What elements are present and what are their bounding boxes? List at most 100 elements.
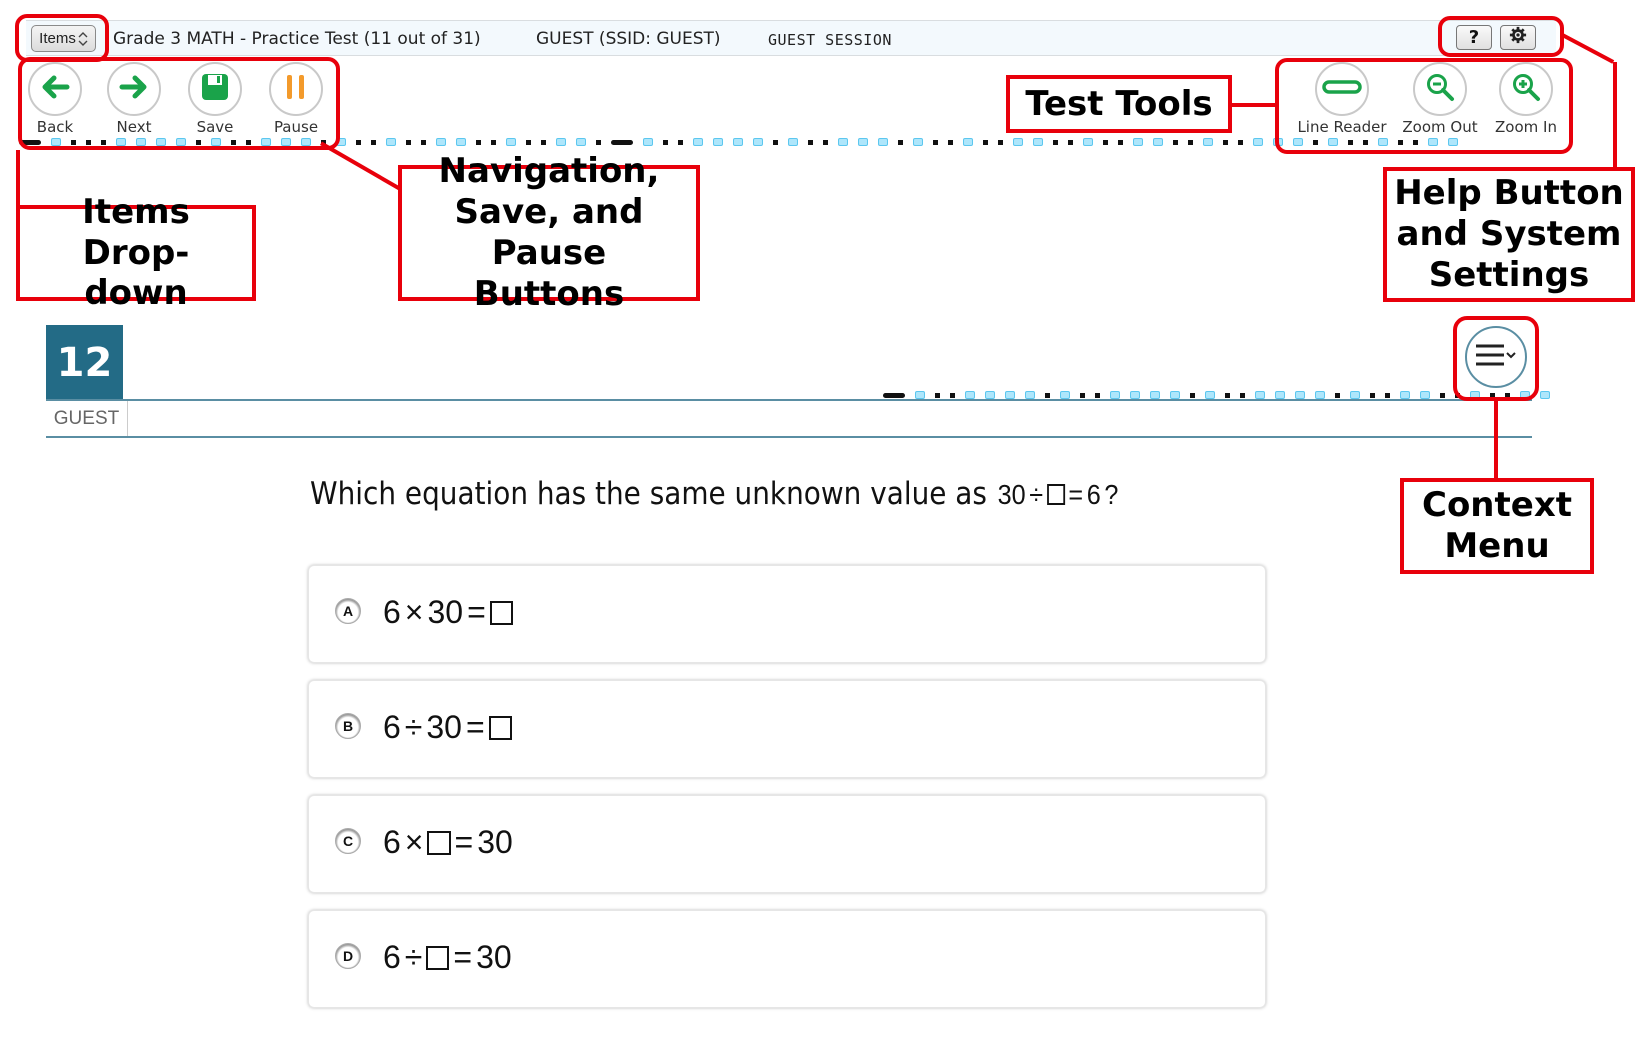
help-callout-line-a [1562,33,1615,64]
option-d-equation: 6 ÷ = 30 [381,939,514,976]
progress-dot [898,139,903,145]
progress-dot [933,139,938,145]
progress-dot [1013,138,1023,146]
math-token: 30 [997,479,1026,510]
session-info: GUEST SESSION [768,31,892,49]
progress-dot [1170,391,1180,399]
math-token: ? [1104,479,1119,510]
progress-dot [1153,138,1163,146]
help-settings-highlight [1438,16,1564,57]
progress-dot [1110,391,1120,399]
unknown-box [489,600,513,625]
progress-dot [611,139,633,145]
context-menu-highlight [1453,316,1539,401]
navigation-callout-text: Navigation, Save, and Pause Buttons [438,151,660,314]
test-tools-callout-text: Test Tools [1025,83,1213,124]
progress-dot [1095,392,1100,398]
progress-dot [476,139,481,145]
option-a-radio[interactable]: A [335,598,361,624]
progress-dot [1203,138,1213,146]
progress-dot [823,139,828,145]
progress-dot [1005,391,1015,399]
progress-dot [1540,391,1550,399]
progress-dot [808,139,813,145]
progress-dot [506,138,516,146]
context-callout-line [1494,400,1498,480]
math-token: 6 [383,709,401,745]
student-tab: GUEST [46,401,128,436]
progress-dot [1385,392,1390,398]
progress-dot [965,391,975,399]
progress-dot [1335,392,1340,398]
progress-dot [883,392,905,398]
navigation-highlight [18,57,340,150]
math-token: 6 [383,939,401,975]
option-c-equation: 6 × = 30 [381,824,515,861]
math-token: ÷ [404,939,423,975]
progress-dot [1205,391,1215,399]
option-d-radio[interactable]: D [335,943,361,969]
math-token: = [467,594,486,630]
answer-option-d[interactable]: D 6 ÷ = 30 [308,910,1266,1008]
progress-dot [1350,391,1360,399]
question-text: Which equation has the same unknown valu… [310,476,996,512]
progress-dot [753,138,763,146]
unknown-box [1046,484,1065,506]
progress-dot [1255,391,1265,399]
test-tools-callout-line [1230,103,1277,107]
progress-dot [713,138,723,146]
progress-dot [1370,392,1375,398]
test-title: Grade 3 MATH - Practice Test (11 out of … [113,29,481,49]
progress-dot [541,139,546,145]
progress-dot [1238,139,1243,145]
math-token: 30 [427,594,464,630]
progress-dot [371,139,376,145]
progress-dot [913,138,923,146]
items-dropdown-highlight [15,14,109,62]
progress-dot [915,391,925,399]
progress-dot [838,138,848,146]
progress-dot [663,139,668,145]
progress-dot [1118,139,1123,145]
progress-dot [1190,392,1195,398]
progress-dot [406,139,411,145]
math-token: 30 [426,709,462,745]
progress-dot [1253,138,1263,146]
math-token: 6 [383,824,401,860]
answer-option-c[interactable]: C 6 × = 30 [308,795,1266,893]
progress-dot [1223,139,1228,145]
progress-dot [436,138,446,146]
progress-dot [1295,391,1305,399]
progress-dot [1133,138,1143,146]
progress-dot [1150,391,1160,399]
progress-dot [998,139,1003,145]
math-token: = [454,824,474,860]
answer-option-a[interactable]: A 6 × 30 = [308,565,1266,663]
progress-dot [526,139,531,145]
progress-dot [878,138,888,146]
math-token: = [453,939,473,975]
progress-dot [1025,391,1035,399]
progress-dot [963,138,973,146]
progress-dot [1130,391,1140,399]
progress-dot [576,138,586,146]
answer-option-b[interactable]: B 6 ÷ 30 = [308,680,1266,778]
progress-dot [1225,392,1230,398]
progress-dot [456,138,466,146]
progress-dot [935,392,940,398]
option-c-radio[interactable]: C [335,828,361,854]
progress-dot [1080,392,1085,398]
progress-dot [1033,138,1043,146]
progress-dot [1275,391,1285,399]
progress-dot [1240,392,1245,398]
progress-dot [1083,138,1093,146]
option-b-radio[interactable]: B [335,713,361,739]
progress-dot [1315,391,1325,399]
unknown-box [488,715,512,740]
progress-dot [1173,139,1178,145]
progress-dot [643,138,653,146]
math-token: = [1068,479,1084,510]
context-menu-callout: Context Menu [1400,478,1594,574]
navigation-callout: Navigation, Save, and Pause Buttons [398,151,700,314]
math-token: 6 [383,594,401,630]
